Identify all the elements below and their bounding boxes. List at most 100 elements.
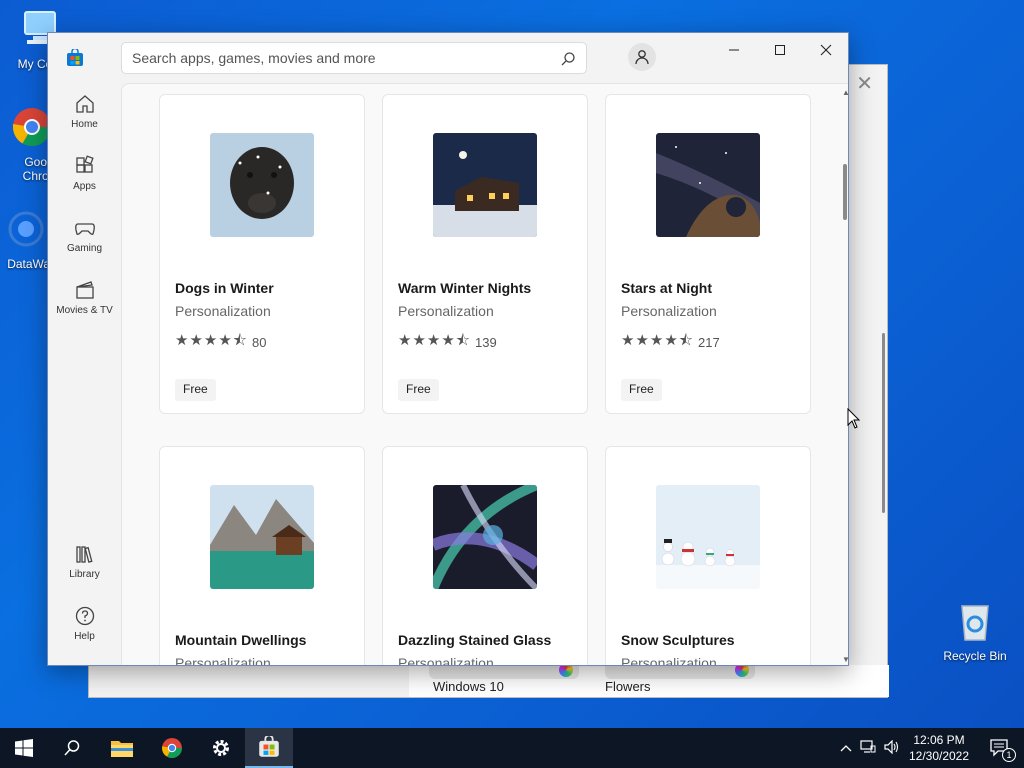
product-title: Snow Sculptures bbox=[621, 632, 735, 648]
product-thumbnail bbox=[210, 485, 314, 589]
microsoft-store-icon bbox=[67, 49, 83, 66]
tile-label: Flowers bbox=[605, 679, 651, 694]
scroll-up-icon[interactable]: ▲ bbox=[842, 88, 848, 97]
close-icon[interactable]: ✕ bbox=[856, 71, 873, 96]
clock-time: 12:06 PM bbox=[913, 733, 965, 747]
product-title: Dazzling Stained Glass bbox=[398, 632, 552, 648]
datawag-icon bbox=[8, 211, 44, 247]
navigation-sidebar: Home Apps Gaming Movies & TV Library Hel… bbox=[48, 83, 121, 665]
product-card-mountain-dwellings[interactable]: Mountain Dwellings Personalization bbox=[159, 446, 365, 666]
folder-icon bbox=[111, 741, 133, 757]
taskbar-microsoft-store[interactable] bbox=[245, 728, 293, 768]
product-category: Personalization bbox=[398, 655, 494, 666]
price-badge: Free bbox=[398, 379, 439, 401]
desktop-icon-recycle-bin[interactable]: Recycle Bin bbox=[935, 600, 1015, 663]
product-card-dogs-in-winter[interactable]: Dogs in Winter Personalization ★★★★⯪ 80 … bbox=[159, 94, 365, 414]
product-title: Dogs in Winter bbox=[175, 280, 274, 296]
taskbar-chrome[interactable] bbox=[148, 728, 196, 768]
product-grid: Dogs in Winter Personalization ★★★★⯪ 80 … bbox=[121, 83, 848, 666]
product-card-warm-winter-nights[interactable]: Warm Winter Nights Personalization ★★★★⯪… bbox=[382, 94, 588, 414]
product-rating: ★★★★⯪ 139 bbox=[398, 330, 497, 355]
movies-tv-icon bbox=[75, 281, 94, 299]
apps-icon bbox=[75, 155, 94, 173]
product-category: Personalization bbox=[175, 655, 271, 666]
start-button[interactable] bbox=[0, 728, 48, 768]
close-button[interactable] bbox=[803, 33, 848, 67]
search-icon bbox=[64, 740, 80, 756]
product-thumbnail bbox=[210, 133, 314, 237]
nav-item-help[interactable]: Help bbox=[48, 605, 121, 661]
search-input[interactable] bbox=[122, 43, 542, 73]
search-box[interactable] bbox=[121, 42, 587, 74]
chevron-up-icon[interactable] bbox=[836, 741, 856, 755]
title-bar bbox=[48, 33, 848, 83]
scroll-down-icon[interactable]: ▼ bbox=[842, 655, 848, 664]
product-title: Mountain Dwellings bbox=[175, 632, 307, 648]
gear-icon bbox=[213, 740, 229, 756]
search-button[interactable] bbox=[48, 728, 96, 768]
product-thumbnail bbox=[433, 133, 537, 237]
tile-label: Windows 10 bbox=[433, 679, 504, 694]
chrome-icon bbox=[162, 738, 182, 758]
nav-item-apps[interactable]: Apps bbox=[48, 155, 121, 211]
microsoft-store-window: Home Apps Gaming Movies & TV Library Hel… bbox=[47, 32, 849, 666]
product-category: Personalization bbox=[175, 303, 271, 319]
gaming-icon bbox=[74, 223, 95, 235]
mouse-cursor-icon bbox=[847, 408, 861, 429]
vertical-scrollbar[interactable]: ▲ ▼ bbox=[840, 84, 848, 665]
background-window-footer: Windows 10 Flowers bbox=[409, 663, 889, 697]
nav-label: Help bbox=[74, 631, 95, 642]
clock-date: 12/30/2022 bbox=[908, 749, 970, 763]
nav-item-home[interactable]: Home bbox=[48, 93, 121, 149]
tile-flowers[interactable]: Flowers bbox=[605, 663, 755, 697]
product-rating: ★★★★⯪ 80 bbox=[175, 330, 266, 355]
product-title: Warm Winter Nights bbox=[398, 280, 532, 296]
minimize-icon bbox=[729, 49, 739, 51]
star-rating-icon: ★★★★⯪ bbox=[175, 332, 248, 349]
price-badge: Free bbox=[175, 379, 216, 401]
nav-item-gaming[interactable]: Gaming bbox=[48, 217, 121, 273]
rating-count: 217 bbox=[698, 335, 720, 350]
taskbar-settings[interactable] bbox=[197, 728, 245, 768]
person-icon bbox=[635, 50, 649, 65]
volume-icon[interactable] bbox=[880, 739, 904, 757]
price-badge: Free bbox=[621, 379, 662, 401]
home-icon bbox=[75, 95, 94, 113]
product-card-dazzling-stained-glass[interactable]: Dazzling Stained Glass Personalization bbox=[382, 446, 588, 666]
microsoft-store-icon bbox=[259, 736, 279, 757]
recycle-bin-icon bbox=[961, 605, 989, 641]
nav-label: Home bbox=[71, 119, 98, 130]
star-rating-icon: ★★★★⯪ bbox=[621, 332, 694, 349]
scrollbar-thumb[interactable] bbox=[843, 164, 847, 220]
nav-label: Movies & TV bbox=[56, 305, 113, 316]
product-card-snow-sculptures[interactable]: Snow Sculptures Personalization bbox=[605, 446, 811, 665]
search-icon[interactable] bbox=[560, 51, 576, 67]
product-thumbnail bbox=[433, 485, 537, 589]
minimize-button[interactable] bbox=[711, 33, 757, 67]
nav-item-movies-tv[interactable]: Movies & TV bbox=[48, 279, 121, 335]
product-category: Personalization bbox=[621, 303, 717, 319]
scrollbar[interactable] bbox=[882, 333, 885, 513]
clock[interactable]: 12:06 PM 12/30/2022 bbox=[905, 732, 973, 764]
product-card-stars-at-night[interactable]: Stars at Night Personalization ★★★★⯪ 217… bbox=[605, 94, 811, 414]
tile-windows-10[interactable]: Windows 10 bbox=[429, 663, 579, 697]
system-tray bbox=[836, 728, 904, 768]
taskbar-file-explorer[interactable] bbox=[98, 728, 146, 768]
desktop-icon-label: Recycle Bin bbox=[943, 649, 1007, 663]
product-title: Stars at Night bbox=[621, 280, 713, 296]
network-icon[interactable] bbox=[856, 739, 880, 757]
library-icon bbox=[75, 546, 93, 563]
product-thumbnail bbox=[656, 133, 760, 237]
nav-item-library[interactable]: Library bbox=[48, 543, 121, 599]
nav-label: Apps bbox=[73, 181, 96, 192]
product-rating: ★★★★⯪ 217 bbox=[621, 330, 720, 355]
product-thumbnail bbox=[656, 485, 760, 589]
star-rating-icon: ★★★★⯪ bbox=[398, 332, 471, 349]
close-icon bbox=[820, 44, 832, 56]
taskbar: 12:06 PM 12/30/2022 1 bbox=[0, 728, 1024, 768]
rating-count: 139 bbox=[475, 335, 497, 350]
maximize-button[interactable] bbox=[757, 33, 803, 67]
action-center-button[interactable]: 1 bbox=[976, 728, 1024, 768]
windows-logo-icon bbox=[15, 739, 33, 757]
account-button[interactable] bbox=[628, 43, 656, 71]
